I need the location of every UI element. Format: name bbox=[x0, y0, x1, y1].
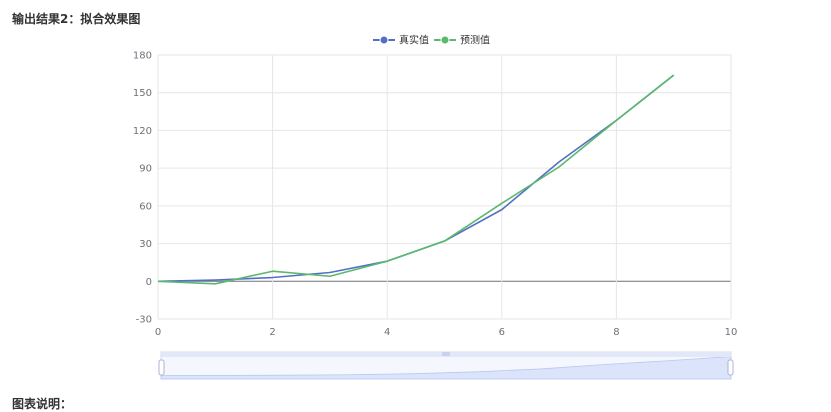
y-tick-label: 90 bbox=[139, 164, 152, 175]
fit-chart: -300306090120150180 0 2 4 6 8 10 真实值 预测值 bbox=[133, 34, 738, 380]
y-tick-label: 180 bbox=[133, 51, 152, 62]
data-zoom-slider[interactable] bbox=[158, 351, 734, 380]
series-lines bbox=[157, 74, 675, 285]
x-tick-label: 0 bbox=[155, 327, 161, 338]
legend-item-1[interactable]: 预测值 bbox=[434, 34, 490, 47]
x-axis-ticks: 0 2 4 6 8 10 bbox=[155, 327, 738, 338]
zoom-handle-left[interactable] bbox=[158, 359, 165, 376]
legend-label: 真实值 bbox=[399, 34, 429, 47]
y-tick-label: -30 bbox=[136, 315, 152, 326]
legend-marker bbox=[379, 35, 389, 45]
zoom-move-handle[interactable] bbox=[442, 352, 450, 356]
series-line-1 bbox=[157, 74, 675, 285]
zoom-handle-right[interactable] bbox=[727, 359, 734, 376]
x-tick-label: 2 bbox=[269, 327, 275, 338]
y-tick-label: 120 bbox=[133, 126, 152, 137]
y-tick-label: 60 bbox=[139, 201, 152, 212]
y-tick-label: 0 bbox=[146, 277, 152, 288]
y-axis-ticks: -30 0 30 60 90 120 150 180 bbox=[133, 51, 152, 326]
legend-item-0[interactable]: 真实值 bbox=[373, 34, 429, 47]
legend-label: 预测值 bbox=[460, 34, 490, 47]
y-tick-label: 30 bbox=[139, 239, 152, 250]
legend[interactable]: 真实值 预测值 bbox=[373, 34, 490, 47]
x-tick-label: 4 bbox=[384, 327, 390, 338]
y-tick-label: 150 bbox=[133, 88, 152, 99]
x-tick-label: 10 bbox=[725, 327, 738, 338]
x-tick-label: 8 bbox=[613, 327, 619, 338]
x-tick-label: 6 bbox=[499, 327, 505, 338]
legend-marker bbox=[440, 35, 450, 45]
